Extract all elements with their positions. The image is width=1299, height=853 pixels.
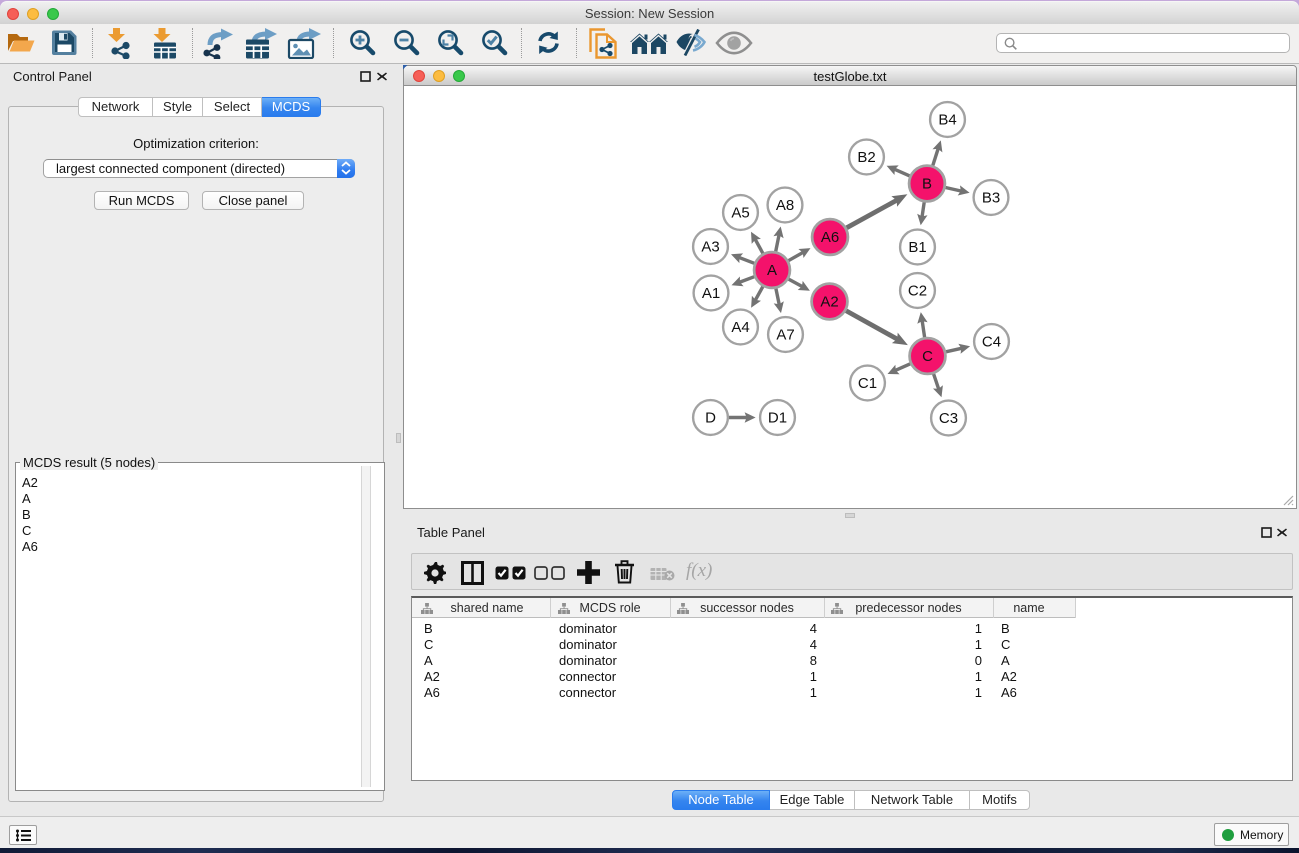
svg-text:C4: C4 — [982, 334, 1001, 351]
svg-text:D1: D1 — [768, 410, 787, 427]
svg-text:D: D — [705, 410, 716, 427]
svg-text:B3: B3 — [982, 190, 1000, 207]
svg-text:A: A — [767, 262, 777, 279]
svg-text:A1: A1 — [702, 285, 720, 302]
svg-text:B4: B4 — [938, 112, 956, 129]
svg-text:A8: A8 — [776, 197, 794, 214]
svg-text:B: B — [922, 176, 932, 193]
svg-text:B1: B1 — [908, 239, 926, 256]
svg-text:A4: A4 — [731, 319, 749, 336]
svg-text:C1: C1 — [858, 375, 877, 392]
svg-text:C: C — [922, 348, 933, 365]
svg-text:C2: C2 — [908, 283, 927, 300]
svg-text:A7: A7 — [776, 327, 794, 344]
svg-text:A2: A2 — [820, 294, 838, 311]
svg-text:A3: A3 — [701, 239, 719, 256]
svg-text:A5: A5 — [731, 205, 749, 222]
svg-text:A6: A6 — [821, 229, 839, 246]
svg-text:C3: C3 — [939, 410, 958, 427]
svg-text:B2: B2 — [857, 149, 875, 166]
